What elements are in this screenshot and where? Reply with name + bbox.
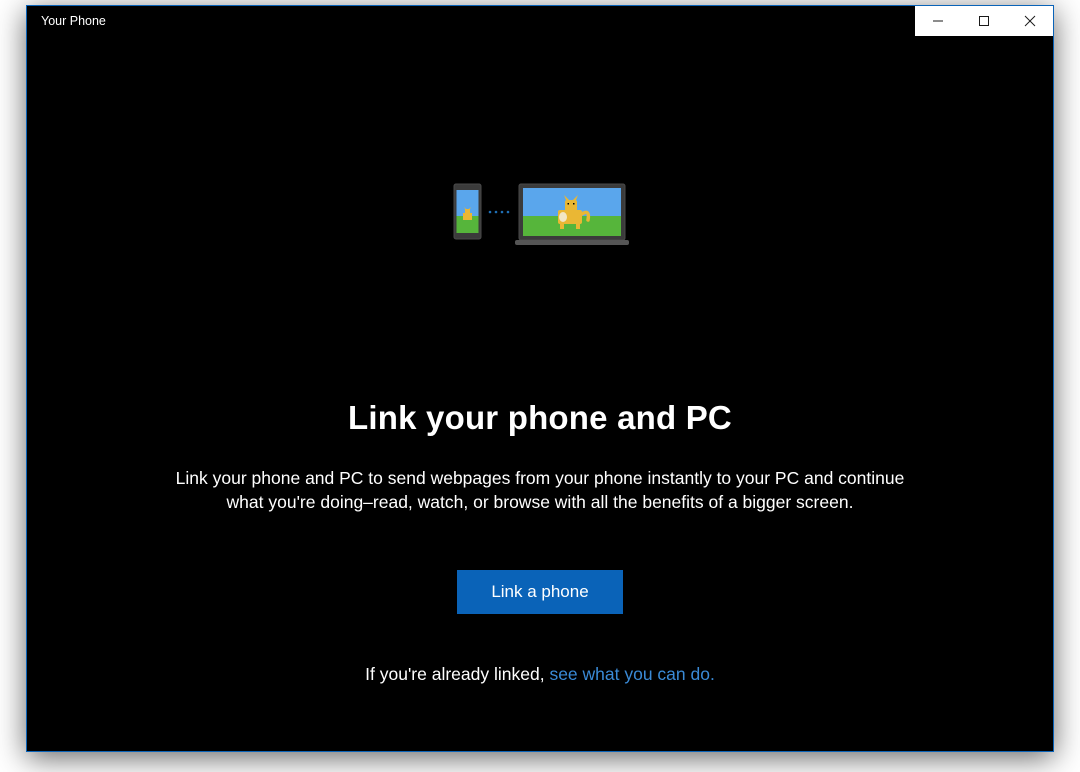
- content-area: Link your phone and PC Link your phone a…: [27, 36, 1053, 751]
- maximize-icon: [979, 16, 989, 26]
- link-phone-button[interactable]: Link a phone: [457, 570, 622, 614]
- window-title: Your Phone: [27, 6, 915, 36]
- close-icon: [1025, 16, 1035, 26]
- close-button[interactable]: [1007, 6, 1053, 36]
- maximize-button[interactable]: [961, 6, 1007, 36]
- phone-laptop-cat-illustration-icon: [450, 180, 630, 250]
- footer-text: If you're already linked, see what you c…: [365, 664, 715, 685]
- phone-laptop-illustration: [450, 180, 630, 255]
- caption-buttons: [915, 6, 1053, 36]
- minimize-button[interactable]: [915, 6, 961, 36]
- page-subtext: Link your phone and PC to send webpages …: [170, 467, 910, 514]
- see-what-you-can-do-link[interactable]: see what you can do.: [549, 664, 714, 684]
- page-heading: Link your phone and PC: [348, 399, 732, 437]
- title-bar: Your Phone: [27, 6, 1053, 36]
- app-window: Your Phone: [26, 5, 1054, 752]
- minimize-icon: [933, 16, 943, 26]
- footer-prefix: If you're already linked,: [365, 664, 549, 684]
